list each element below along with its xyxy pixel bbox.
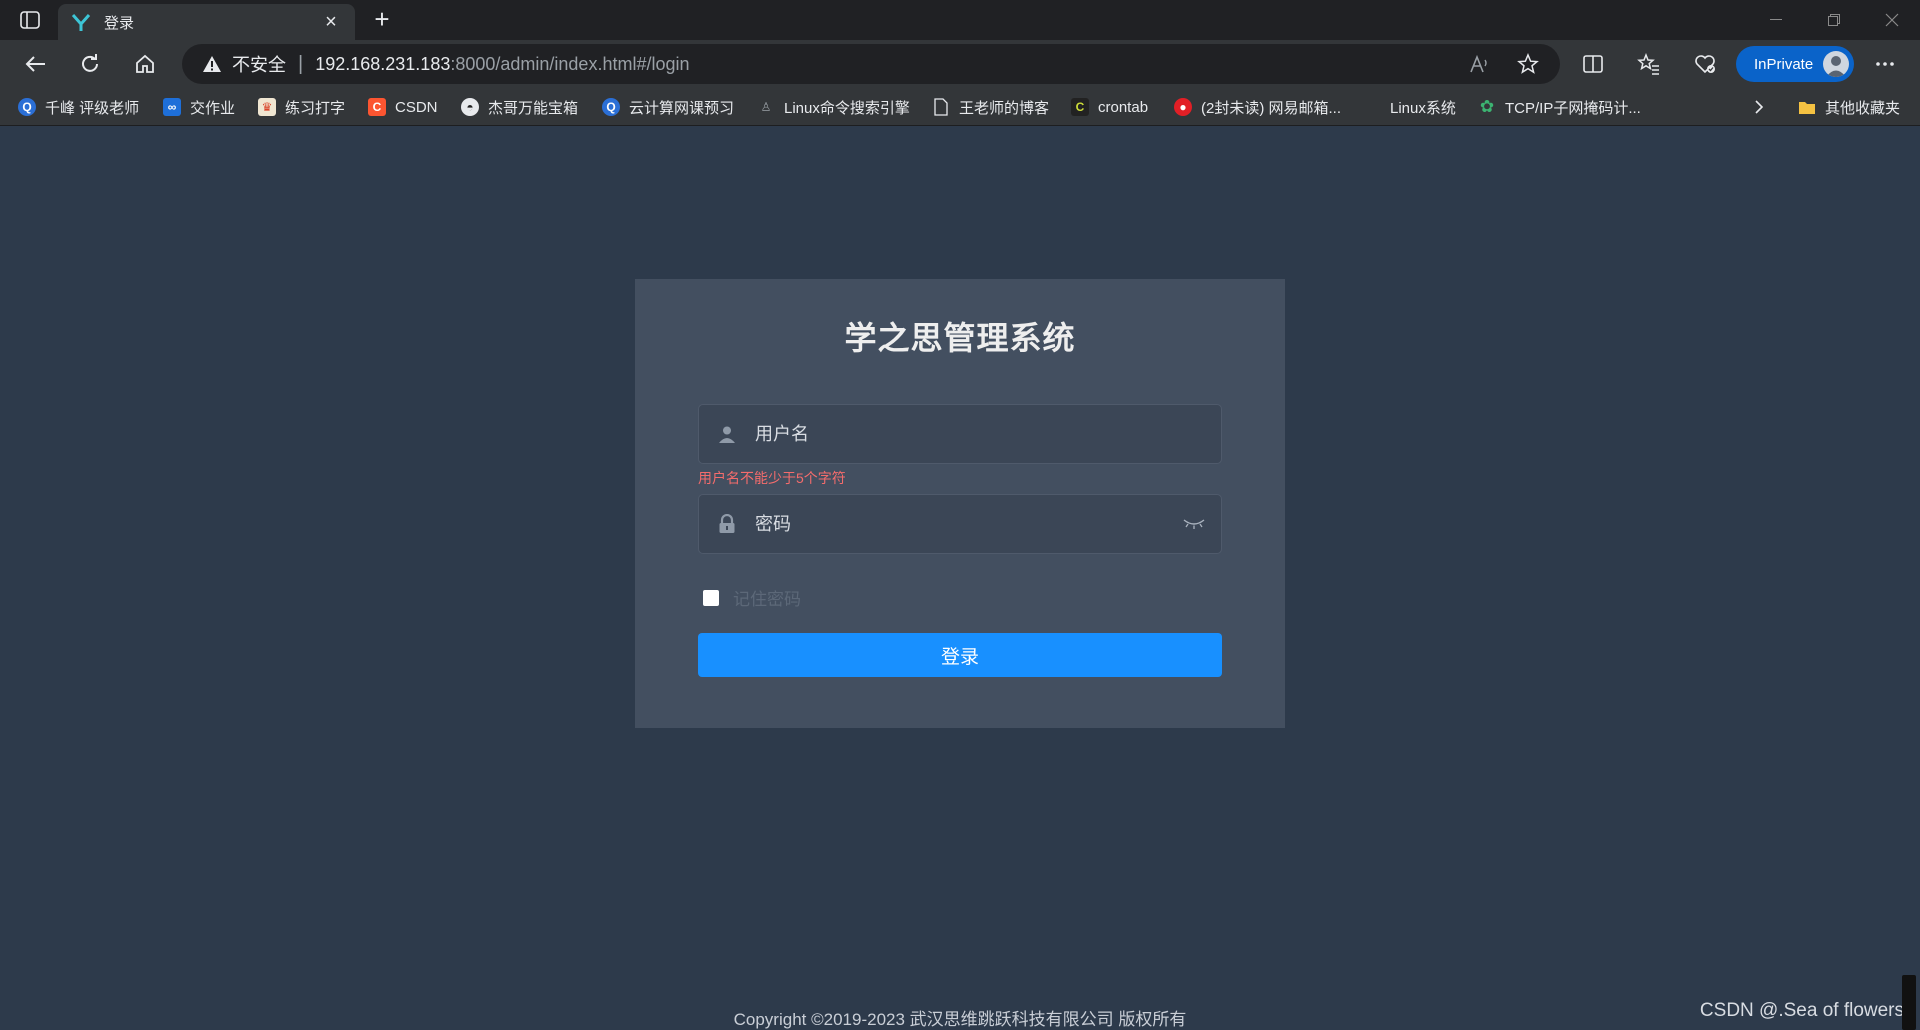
bookmark-label: 交作业: [190, 99, 236, 117]
bookmark-label: TCP/IP子网掩码计...: [1505, 99, 1641, 117]
security-label[interactable]: 不安全: [232, 51, 286, 77]
folder-icon: [1798, 98, 1816, 116]
bookmark-label: Linux系统: [1390, 99, 1456, 117]
bookmark-label: 王老师的博客: [959, 99, 1050, 117]
lock-icon: [715, 514, 739, 534]
home-icon[interactable]: [128, 48, 162, 80]
split-screen-icon[interactable]: [1576, 48, 1610, 80]
refresh-icon[interactable]: [73, 48, 107, 80]
gear-icon: ✿: [1479, 97, 1495, 116]
bookmark-label: 其他收藏夹: [1825, 99, 1901, 117]
password-input[interactable]: [755, 513, 1179, 535]
address-bar[interactable]: 不安全 | 192.168.231.183 :8000/admin/index.…: [182, 44, 1560, 84]
bookmark-item[interactable]: ● (2封未读) 网易邮箱...: [1174, 96, 1341, 118]
bookmark-label: crontab: [1098, 98, 1149, 116]
page-icon: [932, 98, 950, 116]
csdn-icon: C: [368, 98, 386, 116]
close-window-icon[interactable]: [1864, 0, 1920, 40]
crontab-icon: C: [1071, 98, 1089, 116]
profile-avatar[interactable]: [1823, 51, 1849, 77]
eye-closed-icon[interactable]: [1179, 518, 1209, 530]
username-input[interactable]: [755, 423, 1221, 445]
minimize-icon[interactable]: [1748, 0, 1804, 40]
typing-icon: ♛: [258, 98, 276, 116]
url-divider: |: [298, 52, 304, 75]
bookmark-label: Linux命令搜索引擎: [784, 99, 910, 117]
favorites-icon[interactable]: [1632, 48, 1666, 80]
hw-icon: ∞: [163, 98, 181, 116]
remember-checkbox[interactable]: [703, 589, 719, 606]
bookmark-item[interactable]: 王老师的博客: [932, 96, 1049, 118]
bookmarks-bar: Q 千峰 评级老师 ∞ 交作业 ♛ 练习打字 C CSDN ◓ 杰哥万能宝箱 Q…: [0, 88, 1920, 126]
active-tab[interactable]: 登录 ×: [58, 4, 355, 40]
bookmark-item[interactable]: ✿ TCP/IP子网掩码计...: [1478, 96, 1641, 118]
csdn-watermark: CSDN @.Sea of flowers: [1699, 1000, 1904, 1021]
bookmark-label: CSDN: [395, 98, 438, 116]
inprivate-badge[interactable]: InPrivate: [1736, 46, 1854, 82]
inprivate-label: InPrivate: [1754, 55, 1814, 73]
bookmark-item[interactable]: Q 云计算网课预习: [602, 96, 734, 118]
tab-actions-icon[interactable]: [14, 8, 46, 32]
password-field[interactable]: [698, 494, 1222, 554]
username-field[interactable]: [698, 404, 1222, 464]
remember-password[interactable]: 记住密码: [703, 585, 801, 610]
bookmark-item[interactable]: Linux系统: [1390, 96, 1456, 118]
remember-label[interactable]: 记住密码: [733, 585, 801, 610]
bookmark-item[interactable]: C CSDN: [368, 96, 438, 118]
tab-title: 登录: [104, 14, 135, 32]
bookmark-label: 云计算网课预习: [629, 99, 735, 117]
scrollbar-thumb[interactable]: [1902, 975, 1916, 1030]
cloud-icon: Q: [602, 98, 620, 116]
browser-essentials-icon[interactable]: [1688, 48, 1722, 80]
more-menu-icon[interactable]: [1868, 48, 1902, 80]
back-icon[interactable]: [18, 48, 52, 80]
linux-icon: ♙: [760, 100, 772, 114]
read-aloud-icon[interactable]: [1463, 48, 1497, 80]
bookmark-item[interactable]: ∞ 交作业: [163, 96, 235, 118]
site-favicon-icon: [70, 11, 92, 33]
mail-icon: ●: [1174, 98, 1192, 116]
close-tab-icon[interactable]: ×: [319, 11, 343, 34]
username-error: 用户名不能少于5个字符: [698, 470, 846, 486]
login-button[interactable]: 登录: [698, 633, 1222, 677]
bookmarks-overflow-icon[interactable]: [1754, 96, 1764, 118]
bookmark-label: 千峰 评级老师: [45, 99, 140, 117]
login-title: 学之思管理系统: [844, 320, 1076, 356]
jg-icon: ◓: [461, 98, 479, 116]
bookmark-item[interactable]: ◓ 杰哥万能宝箱: [461, 96, 578, 118]
url-path: :8000/admin/index.html#/login: [450, 53, 690, 74]
warning-icon[interactable]: [202, 54, 222, 74]
bookmark-item[interactable]: C crontab: [1071, 96, 1148, 118]
browser-toolbar: 不安全 | 192.168.231.183 :8000/admin/index.…: [0, 40, 1920, 88]
user-icon: [715, 425, 739, 443]
bookmark-label: (2封未读) 网易邮箱...: [1201, 99, 1342, 117]
tab-strip: 登录 × +: [0, 0, 1920, 40]
login-card: 学之思管理系统 用户名不能少于5个字符 记住密码 登录: [635, 279, 1285, 728]
favorite-star-icon[interactable]: [1511, 48, 1545, 80]
copyright-footer: Copyright ©2019-2023 武汉思维跳跃科技有限公司 版权所有: [733, 1010, 1187, 1029]
new-tab-button[interactable]: +: [368, 6, 396, 34]
bookmark-label: 练习打字: [285, 99, 346, 117]
url-host: 192.168.231.183: [315, 53, 451, 74]
qf-icon: Q: [18, 98, 36, 116]
bookmark-item[interactable]: ♛ 练习打字: [258, 96, 345, 118]
bookmark-item[interactable]: Q 千峰 评级老师: [18, 96, 139, 118]
restore-icon[interactable]: [1806, 0, 1862, 40]
other-favorites-folder[interactable]: 其他收藏夹: [1798, 96, 1900, 118]
bookmark-item[interactable]: ♙ Linux命令搜索引擎: [757, 96, 910, 118]
bookmark-label: 杰哥万能宝箱: [488, 99, 579, 117]
